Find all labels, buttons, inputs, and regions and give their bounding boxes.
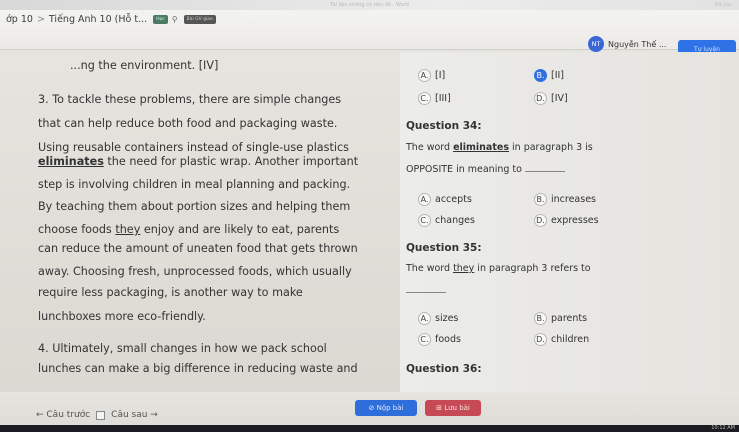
q34-prompt-line2: OPPOSITE in meaning to	[406, 163, 565, 175]
breadcrumb-class[interactable]: ớp 10	[6, 14, 33, 25]
q36-title: Question 36:	[406, 363, 482, 375]
option-text: changes	[435, 215, 475, 226]
q34-prompt: The word eliminates in paragraph 3 is	[406, 142, 593, 153]
q35-option-c[interactable]: C. foods	[418, 333, 461, 346]
option-letter: C.	[418, 333, 431, 346]
pin-icon[interactable]: ⚲	[172, 15, 178, 24]
option-text: expresses	[551, 215, 599, 226]
option-text: [II]	[551, 70, 565, 81]
user-profile[interactable]: NT Nguyễn Thế ...	[588, 36, 666, 52]
passage-line: that can help reduce both food and packa…	[38, 117, 338, 130]
prev-question-button[interactable]: ← Câu trước	[36, 410, 90, 420]
option-letter: D.	[534, 214, 547, 227]
clock: 10:12 AM	[711, 425, 735, 431]
q34-option-b[interactable]: B. increases	[534, 193, 596, 206]
option-letter-selected: B.	[534, 69, 547, 82]
taskbar: 10:12 AM	[0, 425, 739, 432]
q34-option-d[interactable]: D. expresses	[534, 214, 599, 227]
passage-line: 3. To tackle these problems, there are s…	[38, 93, 342, 106]
q33-option-b[interactable]: B. [II]	[534, 69, 564, 82]
avatar: NT	[588, 36, 604, 52]
q33-option-a[interactable]: A. [I]	[418, 69, 445, 82]
breadcrumb-course[interactable]: Tiếng Anh 10 (Hỗ t...	[49, 14, 147, 25]
option-text: accepts	[435, 194, 472, 205]
window-title: Tài liệu không có tiêu đề - Word	[330, 2, 409, 8]
option-text: foods	[435, 334, 461, 345]
passage-line: ...ng the environment. [IV]	[70, 59, 219, 72]
assignment-tag: Bài GV giao	[183, 15, 216, 24]
bookmark-checkbox[interactable]	[96, 410, 106, 420]
option-letter: B.	[534, 312, 547, 325]
option-letter: C.	[418, 92, 431, 105]
q35-keyword: they	[453, 263, 475, 274]
q33-option-c[interactable]: C. [III]	[418, 92, 451, 105]
submit-button[interactable]: ⊘ Nộp bài	[355, 400, 417, 416]
q34-keyword: eliminates	[453, 142, 509, 153]
option-text: [IV]	[551, 93, 568, 104]
passage-line: eliminates the need for plastic wrap. An…	[38, 155, 359, 168]
option-letter: B.	[534, 193, 547, 206]
passage-line: 4. Ultimately, small changes in how we p…	[38, 342, 327, 355]
option-text: [I]	[435, 70, 446, 81]
q33-option-d[interactable]: D. [IV]	[534, 92, 568, 105]
option-text: increases	[551, 194, 596, 205]
highlight-they: they	[115, 223, 141, 236]
question-panel: A. [I] B. [II] C. [III] D. [IV] Question…	[400, 52, 739, 392]
passage-line: step is involving children in meal plann…	[38, 178, 351, 191]
user-name: Nguyễn Thế ...	[608, 39, 667, 49]
passage-line: choose foods they enjoy and are likely t…	[38, 223, 340, 236]
window-titlebar: Tài liệu không có tiêu đề - Word Đã lưu	[0, 0, 739, 10]
q35-prompt-line2	[406, 284, 446, 296]
breadcrumb: ớp 10 > Tiếng Anh 10 (Hỗ t... Học ⚲ Bài …	[6, 14, 216, 25]
q35-option-a[interactable]: A. sizes	[418, 312, 458, 325]
q35-option-b[interactable]: B. parents	[534, 312, 587, 325]
lesson-tag: Học	[153, 15, 168, 24]
q35-option-d[interactable]: D. children	[534, 333, 589, 346]
q34-title: Question 34:	[406, 120, 482, 132]
option-letter: A.	[418, 193, 431, 206]
option-text: [III]	[435, 93, 451, 104]
q35-title: Question 35:	[406, 242, 482, 254]
passage-line: By teaching them about portion sizes and…	[38, 200, 351, 213]
answer-blank	[524, 163, 565, 172]
option-letter: D.	[534, 92, 547, 105]
q34-option-a[interactable]: A. accepts	[418, 193, 472, 206]
option-text: sizes	[435, 313, 459, 324]
highlight-eliminates: eliminates	[38, 155, 104, 168]
option-letter: C.	[418, 214, 431, 227]
passage-line: Using reusable containers instead of sin…	[38, 141, 349, 154]
top-bar: ớp 10 > Tiếng Anh 10 (Hỗ t... Học ⚲ Bài …	[0, 10, 739, 58]
next-question-button[interactable]: Câu sau →	[111, 410, 158, 420]
breadcrumb-separator: >	[36, 14, 45, 25]
option-letter: D.	[534, 333, 547, 346]
option-text: parents	[551, 313, 588, 324]
window-status: Đã lưu	[714, 2, 731, 8]
passage-line: lunchboxes more eco-friendly.	[38, 310, 206, 323]
passage-line: require less packaging, is another way t…	[38, 286, 303, 299]
q34-option-c[interactable]: C. changes	[418, 214, 475, 227]
answer-blank	[406, 284, 446, 293]
passage-line: can reduce the amount of uneaten food th…	[38, 242, 358, 255]
passage-line: away. Choosing fresh, unprocessed foods,…	[38, 265, 352, 278]
option-text: children	[551, 334, 590, 345]
option-letter: A.	[418, 312, 431, 325]
save-button[interactable]: ⊞ Lưu bài	[425, 400, 481, 416]
passage-line: lunches can make a big difference in red…	[38, 362, 358, 375]
option-letter: A.	[418, 69, 431, 82]
q35-prompt: The word they in paragraph 3 refers to	[406, 263, 591, 274]
reading-passage: ...ng the environment. [IV] 3. To tackle…	[0, 52, 398, 392]
question-nav: ← Câu trước Câu sau →	[36, 410, 158, 420]
